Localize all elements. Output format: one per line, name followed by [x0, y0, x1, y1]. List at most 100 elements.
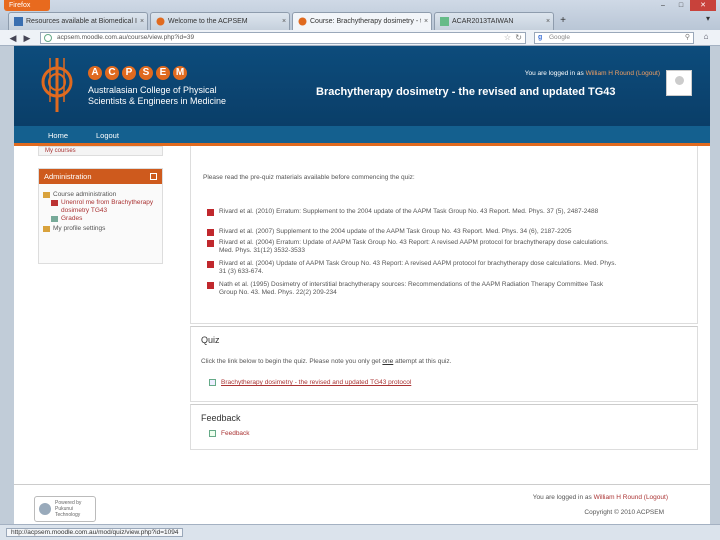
org-name-line1: Australasian College of Physical	[88, 85, 217, 95]
pdf-icon	[207, 209, 214, 216]
logo-letter: A	[88, 66, 102, 80]
minimize-button[interactable]: ‒	[654, 0, 672, 11]
status-url: http://acpsem.moodle.com.au/mod/quiz/vie…	[6, 528, 184, 537]
site-identity-icon[interactable]	[44, 33, 52, 42]
quiz-instructions-end: attempt at this quiz.	[395, 358, 452, 365]
reference-link[interactable]: Rivard et al. (2004) Erratum: Update of …	[207, 239, 617, 255]
tab-close-icon[interactable]: ×	[421, 13, 431, 30]
back-arrow-icon[interactable]: ◀	[6, 32, 20, 44]
acpsem-logo-icon[interactable]	[38, 56, 76, 114]
browser-tab-course[interactable]: Course: Brachytherapy dosimetry - the...…	[292, 12, 432, 30]
footer-user-link[interactable]: William H Round	[594, 494, 642, 501]
administration-block: Administration Course administration Une…	[38, 168, 163, 264]
footer-logout-link[interactable]: (Logout)	[644, 494, 668, 501]
browser-tab-resources[interactable]: Resources available at Biomedical Ima...…	[8, 12, 148, 30]
browser-tab-welcome[interactable]: Welcome to the ACPSEM ×	[150, 12, 290, 30]
feedback-icon	[209, 430, 216, 437]
footer-login-info: You are logged in as William H Round (Lo…	[533, 494, 668, 501]
login-prefix: You are logged in as	[524, 70, 584, 77]
firefox-menu-button[interactable]: Firefox	[4, 0, 50, 11]
organisation-name: Australasian College of Physical Scienti…	[88, 85, 248, 107]
logout-link[interactable]: (Logout)	[636, 70, 660, 77]
grades-icon	[51, 216, 58, 222]
reference-link[interactable]: Rivard et al. (2010) Erratum: Supplement…	[207, 208, 617, 216]
unenrol-link[interactable]: Unenrol me from Brachytherapy dosimetry …	[61, 199, 153, 214]
web-page: A C P S E M Australasian College of Phys…	[14, 46, 710, 524]
tab-close-icon[interactable]: ×	[279, 13, 289, 30]
menu-logout-link[interactable]: Logout	[96, 131, 119, 140]
pdf-icon	[207, 229, 214, 236]
logo-letter: M	[173, 66, 187, 80]
section-intro-text: Please read the pre-quiz materials avail…	[203, 174, 415, 181]
tab-strip: Resources available at Biomedical Ima...…	[8, 12, 570, 30]
forward-arrow-icon[interactable]: ▶	[20, 32, 34, 44]
logo-letter: C	[105, 66, 119, 80]
footer-login-prefix: You are logged in as	[532, 494, 592, 501]
profile-settings-node[interactable]: My profile settings	[39, 225, 162, 233]
admin-tree: Course administration Unenrol me from Br…	[39, 191, 162, 233]
logo-letter: E	[156, 66, 170, 80]
reference-text: Rivard et al. (2004) Erratum: Update of …	[219, 239, 609, 254]
reference-link[interactable]: Nath et al. (1995) Dosimetry of intersti…	[207, 281, 617, 297]
acpsem-favicon-icon	[298, 17, 307, 26]
browser-tab-acar[interactable]: ACAR2013TAIWAN ×	[434, 12, 554, 30]
page-favicon-icon	[440, 17, 449, 26]
logo-letter: S	[139, 66, 153, 80]
powered-by-badge[interactable]: Powered by Pukunui Technology	[34, 496, 96, 522]
user-profile-link[interactable]: William H Round	[586, 70, 634, 77]
quiz-section-title: Quiz	[201, 335, 220, 345]
administration-title: Administration	[44, 172, 92, 181]
quiz-instructions-start: Click the link below to begin the quiz. …	[201, 358, 381, 365]
course-administration-label: Course administration	[53, 191, 117, 198]
tab-label: Course: Brachytherapy dosimetry - the...	[310, 18, 421, 25]
reload-icon[interactable]: ↻	[515, 33, 522, 43]
address-bar[interactable]: acpsem.moodle.com.au/course/view.php?id=…	[40, 31, 526, 44]
tab-list-icon[interactable]: ▾	[706, 14, 710, 23]
tab-close-icon[interactable]: ×	[137, 13, 147, 30]
site-header: A C P S E M Australasian College of Phys…	[14, 46, 710, 126]
reference-text: Rivard et al. (2007) Supplement to the 2…	[219, 228, 572, 235]
sidebar-prev-block[interactable]: My courses	[38, 146, 163, 156]
page-favicon-icon	[14, 17, 23, 26]
pdf-icon	[207, 261, 214, 268]
new-tab-button[interactable]: +	[556, 12, 570, 30]
browser-status-bar: http://acpsem.moodle.com.au/mod/quiz/vie…	[0, 524, 720, 540]
copyright-text: Copyright © 2010 ACPSEM	[584, 509, 664, 516]
user-avatar[interactable]	[666, 70, 692, 96]
quiz-activity-link[interactable]: Brachytherapy dosimetry - the revised an…	[209, 379, 411, 386]
custom-menu: Home Logout	[14, 126, 710, 146]
navigation-toolbar: ◀ ▶ acpsem.moodle.com.au/course/view.php…	[0, 30, 720, 46]
bookmark-star-icon[interactable]: ☆	[504, 33, 511, 43]
reference-link[interactable]: Rivard et al. (2004) Update of AAPM Task…	[207, 260, 617, 276]
quiz-instructions: Click the link below to begin the quiz. …	[201, 358, 451, 365]
grades-node[interactable]: Grades	[39, 215, 162, 223]
search-icon[interactable]: ⚲	[685, 33, 690, 43]
search-box[interactable]: g Google ⚲	[534, 31, 694, 44]
course-section-readings: Please read the pre-quiz materials avail…	[190, 146, 698, 324]
maximize-button[interactable]: □	[672, 0, 690, 11]
course-administration-node[interactable]: Course administration	[39, 191, 162, 199]
page-footer: Powered by Pukunui Technology You are lo…	[14, 484, 710, 524]
course-section-feedback: Feedback Feedback	[190, 404, 698, 450]
unenrol-icon	[51, 200, 58, 206]
tab-label: ACAR2013TAIWAN	[452, 18, 514, 25]
dock-block-icon[interactable]	[150, 173, 157, 180]
close-window-button[interactable]: ✕	[690, 0, 716, 11]
pdf-icon	[207, 240, 214, 247]
folder-icon	[43, 226, 50, 232]
grades-link[interactable]: Grades	[61, 215, 82, 222]
profile-settings-label: My profile settings	[53, 225, 106, 232]
tab-close-icon[interactable]: ×	[543, 13, 553, 30]
menu-home-link[interactable]: Home	[48, 131, 68, 140]
google-icon: g	[538, 33, 543, 41]
quiz-icon	[209, 379, 216, 386]
administration-block-header: Administration	[39, 169, 162, 184]
logo-letter: P	[122, 66, 136, 80]
unenrol-node[interactable]: Unenrol me from Brachytherapy dosimetry …	[39, 199, 162, 215]
home-icon[interactable]: ⌂	[700, 32, 712, 44]
reference-link[interactable]: Rivard et al. (2007) Supplement to the 2…	[207, 228, 617, 236]
feedback-activity-link[interactable]: Feedback	[209, 430, 250, 437]
org-name-line2: Scientists & Engineers in Medicine	[88, 96, 227, 106]
reference-text: Nath et al. (1995) Dosimetry of intersti…	[219, 281, 604, 296]
address-text: acpsem.moodle.com.au/course/view.php?id=…	[57, 33, 195, 41]
